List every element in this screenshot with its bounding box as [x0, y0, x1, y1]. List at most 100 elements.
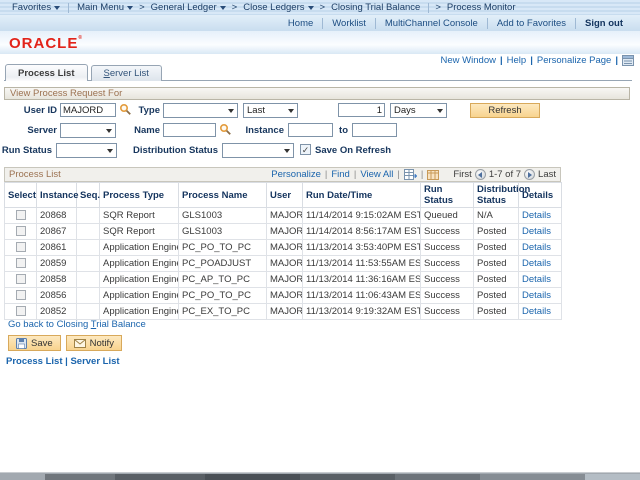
cell-instance: 20868 [37, 208, 77, 224]
type-label: Type [126, 104, 160, 117]
favorites-menu[interactable]: Favorites [8, 2, 64, 13]
pager-next-button[interactable] [524, 169, 535, 180]
add-to-favorites-link[interactable]: Add to Favorites [487, 18, 575, 29]
row-select-checkbox[interactable] [16, 306, 26, 316]
server-label: Server [0, 124, 57, 137]
sign-out-link[interactable]: Sign out [575, 18, 632, 29]
grid-pager: First 1-7 of 7 Last [453, 169, 556, 180]
chevron-down-icon [220, 6, 226, 10]
user-id-label: User ID [0, 104, 57, 117]
pager-last[interactable]: Last [538, 169, 556, 180]
cell-run-status: Success [421, 304, 474, 320]
server-dropdown[interactable] [60, 123, 116, 138]
type-dropdown[interactable] [163, 103, 238, 118]
breadcrumb-close-ledgers[interactable]: Close Ledgers [239, 2, 317, 13]
chevron-down-icon [437, 109, 443, 113]
row-select-checkbox[interactable] [16, 274, 26, 284]
breadcrumb-general-ledger[interactable]: General Ledger [147, 2, 230, 13]
run-status-dropdown[interactable] [56, 143, 117, 158]
col-distribution-status[interactable]: Distribution Status [474, 183, 519, 208]
row-select-checkbox[interactable] [16, 290, 26, 300]
cell-user: MAJORD [267, 304, 303, 320]
multichannel-console-link[interactable]: MultiChannel Console [375, 18, 487, 29]
tab-server-list[interactable]: Server List [91, 65, 162, 81]
cell-run-datetime: 11/14/2014 9:15:02AM EST [303, 208, 421, 224]
cell-distribution-status: Posted [474, 288, 519, 304]
details-link[interactable]: Details [522, 226, 551, 237]
cell-instance: 20858 [37, 272, 77, 288]
tab-process-list[interactable]: Process List [5, 64, 88, 81]
user-id-input[interactable] [60, 103, 116, 117]
find-link[interactable]: Find [331, 169, 349, 180]
cell-process-name: PC_PO_TO_PC [179, 288, 267, 304]
page-action-bar: New Window | Help | Personalize Page | [441, 54, 634, 66]
last-dropdown[interactable]: Last [243, 103, 298, 118]
refresh-button[interactable]: Refresh [470, 103, 540, 118]
pager-range: 1-7 of 7 [489, 169, 521, 180]
grid-settings-icon[interactable] [427, 170, 439, 180]
save-button[interactable]: Save [8, 335, 61, 351]
col-run-status[interactable]: Run Status [421, 183, 474, 208]
pager-prev-button[interactable] [475, 169, 486, 180]
cell-run-datetime: 11/14/2014 8:56:17AM EST [303, 224, 421, 240]
worklist-link[interactable]: Worklist [322, 18, 375, 29]
personalize-link[interactable]: Personalize [271, 169, 321, 180]
go-back-link[interactable]: Go back to Closing Trial Balance [8, 319, 146, 330]
col-process-name[interactable]: Process Name [179, 183, 267, 208]
distribution-status-dropdown[interactable] [222, 143, 294, 158]
cell-seq [77, 304, 100, 320]
breadcrumb-closing-trial-balance[interactable]: Closing Trial Balance [327, 2, 424, 13]
details-link[interactable]: Details [522, 290, 551, 301]
instance-label: Instance [240, 124, 284, 137]
row-select-checkbox[interactable] [16, 226, 26, 236]
view-all-link[interactable]: View All [360, 169, 393, 180]
cell-seq [77, 288, 100, 304]
notify-button[interactable]: Notify [66, 335, 122, 351]
days-dropdown[interactable]: Days [390, 103, 447, 118]
details-link[interactable]: Details [522, 242, 551, 253]
process-row: 20859Application EnginePC_POADJUSTMAJORD… [5, 256, 562, 272]
cell-instance: 20859 [37, 256, 77, 272]
http-window-icon[interactable] [622, 55, 634, 66]
home-link[interactable]: Home [279, 18, 322, 29]
personalize-page-link[interactable]: Personalize Page [537, 55, 611, 66]
col-run-datetime[interactable]: Run Date/Time [303, 183, 421, 208]
name-input[interactable] [163, 123, 216, 137]
row-select-checkbox[interactable] [16, 242, 26, 252]
details-link[interactable]: Details [522, 210, 551, 221]
instance-from-input[interactable] [288, 123, 333, 137]
row-select-checkbox[interactable] [16, 258, 26, 268]
cell-user: MAJORD [267, 224, 303, 240]
cell-run-status: Success [421, 224, 474, 240]
download-to-excel-icon[interactable] [404, 169, 417, 180]
col-instance[interactable]: Instance [37, 183, 77, 208]
cell-run-status: Queued [421, 208, 474, 224]
toolbar-separator: | [421, 169, 423, 180]
cell-user: MAJORD [267, 288, 303, 304]
process-row: 20858Application EnginePC_AP_TO_PCMAJORD… [5, 272, 562, 288]
toolbar-separator: | [354, 169, 356, 180]
row-select-checkbox[interactable] [16, 210, 26, 220]
pager-first[interactable]: First [453, 169, 471, 180]
col-user[interactable]: User [267, 183, 303, 208]
instance-to-input[interactable] [352, 123, 397, 137]
cell-distribution-status: N/A [474, 208, 519, 224]
col-seq[interactable]: Seq. [77, 183, 100, 208]
col-process-type[interactable]: Process Type [100, 183, 179, 208]
days-count-input[interactable] [338, 103, 385, 117]
new-window-link[interactable]: New Window [441, 55, 496, 66]
process-list-bottom-link[interactable]: Process List [6, 356, 63, 367]
help-link[interactable]: Help [507, 55, 527, 66]
main-menu[interactable]: Main Menu [73, 2, 137, 13]
name-label: Name [126, 124, 160, 137]
details-link[interactable]: Details [522, 306, 551, 317]
cell-distribution-status: Posted [474, 272, 519, 288]
server-list-bottom-link[interactable]: Server List [70, 356, 119, 367]
name-lookup-icon[interactable] [219, 123, 232, 136]
details-link[interactable]: Details [522, 274, 551, 285]
cell-process-name: GLS1003 [179, 224, 267, 240]
details-link[interactable]: Details [522, 258, 551, 269]
save-on-refresh-checkbox[interactable] [300, 144, 311, 155]
chevron-down-icon [308, 6, 314, 10]
cell-process-name: PC_PO_TO_PC [179, 240, 267, 256]
